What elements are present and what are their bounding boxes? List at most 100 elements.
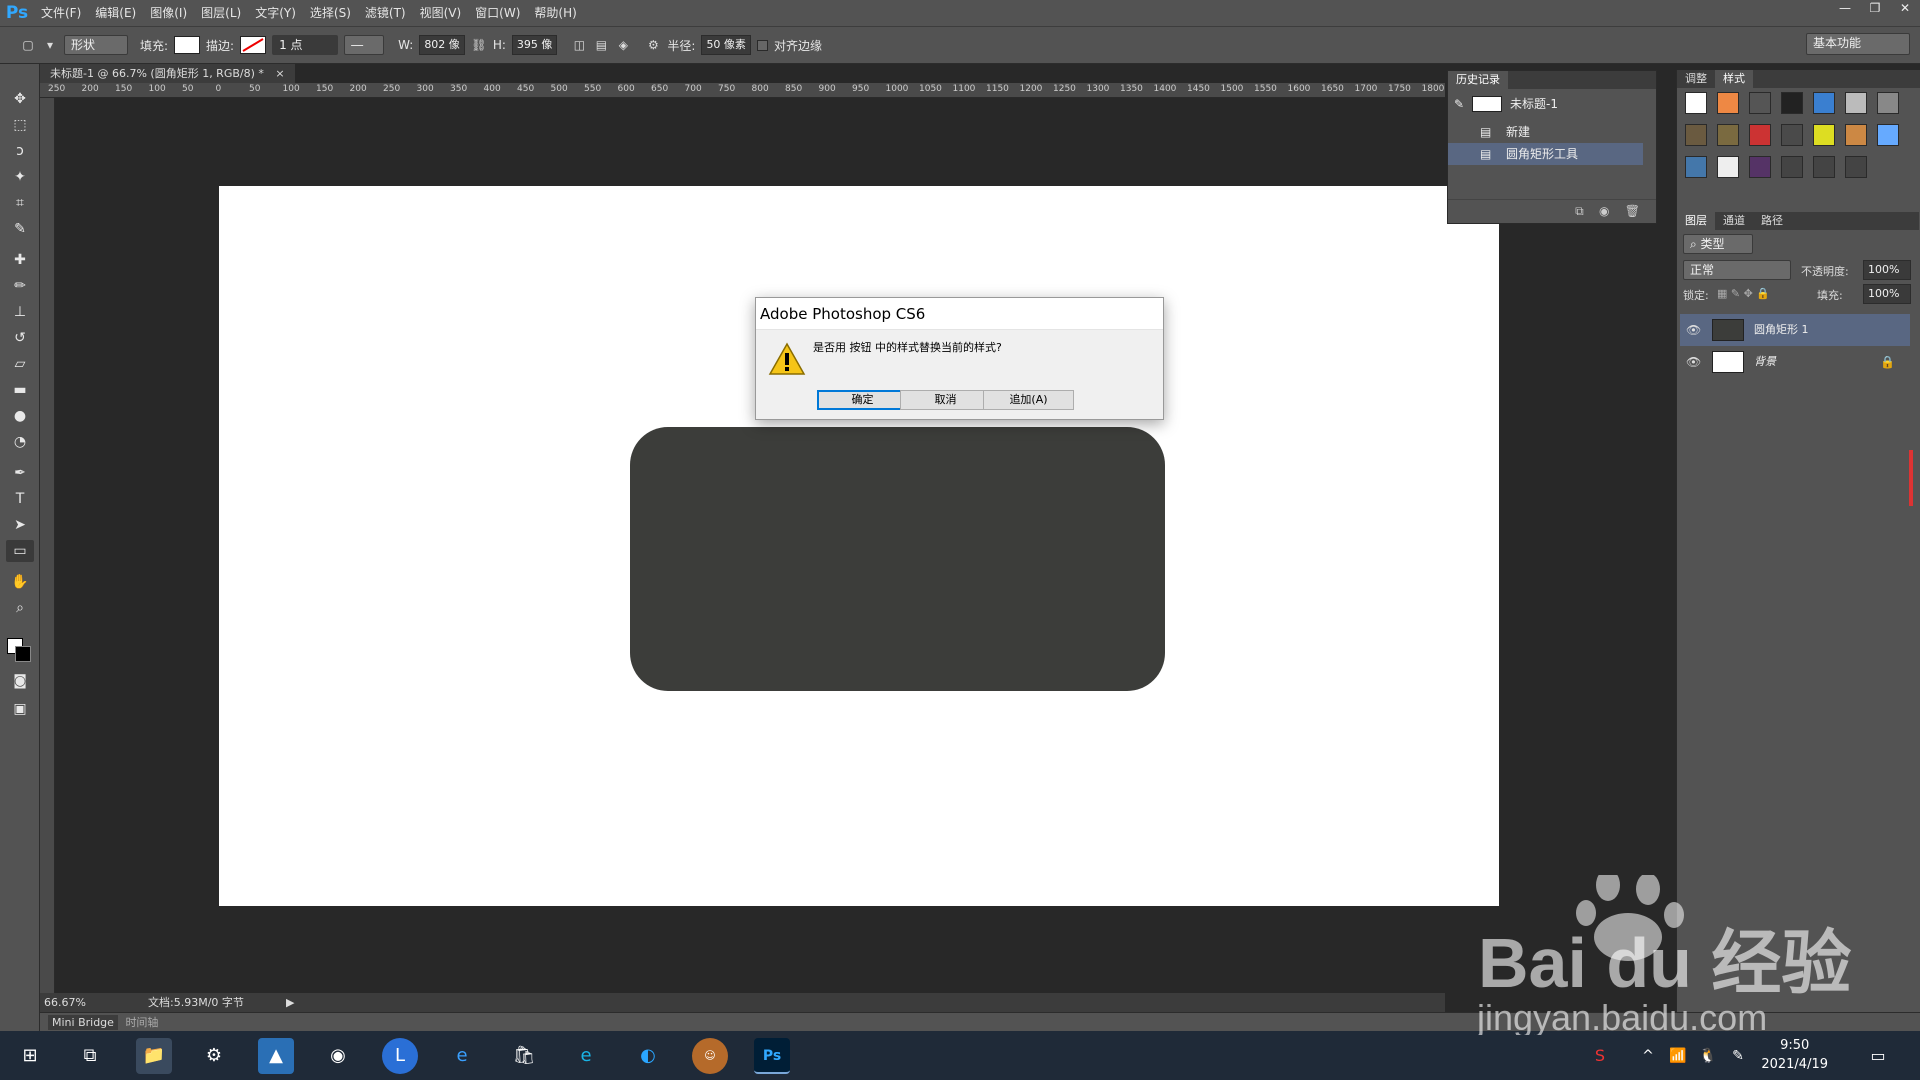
eraser-tool-icon[interactable]: ▱ [6,353,34,375]
style-swatch[interactable] [1749,124,1771,146]
store-icon[interactable]: 🛍 [506,1038,542,1074]
rounded-rect-tool-icon[interactable]: ▢ [20,37,36,53]
menu-file[interactable]: 文件(F) [34,0,88,26]
taskbar-clock[interactable]: 9:50 2021/4/19 [1761,1036,1828,1074]
close-tab-icon[interactable]: × [275,67,284,80]
menu-filter[interactable]: 滤镜(T) [358,0,413,26]
layer-row[interactable]: 👁 背景 🔒 [1680,346,1910,378]
file-explorer-icon[interactable]: 📁 [136,1038,172,1074]
type-tool-icon[interactable]: T [6,488,34,510]
blend-mode-select[interactable]: 正常 [1683,260,1791,280]
ie-icon[interactable]: e [444,1038,480,1074]
marquee-tool-icon[interactable]: ⬚ [6,114,34,136]
tab-history[interactable]: 历史记录 [1448,71,1508,89]
link-icon[interactable]: ⛓ [471,37,487,53]
screen-mode-icon[interactable]: ▣ [6,698,34,720]
app-icon[interactable]: ☺ [692,1038,728,1074]
tab-paths[interactable]: 路径 [1753,212,1791,230]
height-input[interactable]: 395 像 [511,35,558,55]
background-color-swatch[interactable] [15,646,31,662]
style-swatch[interactable] [1749,156,1771,178]
edge-icon[interactable]: e [568,1038,604,1074]
camera-icon[interactable]: ◉ [1599,204,1609,218]
append-button[interactable]: 追加(A) [983,390,1074,410]
scrollbar-indicator[interactable] [1909,450,1913,506]
menu-image[interactable]: 图像(I) [143,0,194,26]
photoshop-taskbar-icon[interactable]: Ps [754,1038,790,1074]
menu-window[interactable]: 窗口(W) [468,0,527,26]
stroke-swatch[interactable] [240,36,267,54]
style-swatch[interactable] [1845,92,1867,114]
fill-swatch[interactable] [174,36,201,54]
brush-tool-icon[interactable]: ✏ [6,275,34,297]
history-brush-tool-icon[interactable]: ↺ [6,327,34,349]
menu-select[interactable]: 选择(S) [303,0,358,26]
tab-layers[interactable]: 图层 [1677,212,1715,230]
layer-filter-select[interactable]: ⌕ 类型 [1683,234,1753,254]
quick-mask-icon[interactable]: ◙ [6,670,34,692]
new-document-icon[interactable]: ⧉ [1575,204,1584,218]
menu-type[interactable]: 文字(Y) [248,0,303,26]
shape-tool-icon[interactable]: ▭ [6,540,34,562]
style-swatch[interactable] [1685,156,1707,178]
style-swatch[interactable] [1685,92,1707,114]
chevron-down-icon[interactable]: ▾ [42,37,58,53]
style-swatch[interactable] [1813,124,1835,146]
stroke-type-select[interactable]: ― [344,35,385,55]
minimize-button[interactable]: — [1830,0,1860,18]
app-l-icon[interactable]: L [382,1038,418,1074]
menu-layer[interactable]: 图层(L) [194,0,248,26]
clone-stamp-tool-icon[interactable]: ⊥ [6,301,34,323]
chrome-icon[interactable]: ◉ [320,1038,356,1074]
lasso-tool-icon[interactable]: ↄ [6,140,34,162]
restore-button[interactable]: ❐ [1860,0,1890,18]
cancel-button[interactable]: 取消 [900,390,991,410]
style-swatch[interactable] [1781,124,1803,146]
photos-icon[interactable]: ▲ [258,1038,294,1074]
style-swatch[interactable] [1877,124,1899,146]
zoom-tool-icon[interactable]: ⌕ [6,597,34,619]
align-edges-checkbox[interactable] [756,39,768,51]
menu-view[interactable]: 视图(V) [413,0,469,26]
blur-tool-icon[interactable]: ● [6,405,34,427]
browser-icon[interactable]: ◐ [630,1038,666,1074]
zoom-level[interactable]: 66.67% [44,996,86,1009]
pen-icon[interactable]: ✎ [1720,1038,1756,1074]
healing-brush-tool-icon[interactable]: ✚ [6,249,34,271]
document-tab[interactable]: 未标题-1 @ 66.7% (圆角矩形 1, RGB/8) * × [40,64,295,83]
style-swatch[interactable] [1717,124,1739,146]
tab-adjustments[interactable]: 调整 [1677,70,1715,88]
settings-icon[interactable]: ⚙ [196,1038,232,1074]
eye-icon[interactable]: 👁 [1686,314,1702,346]
tab-mini-bridge[interactable]: Mini Bridge [48,1015,118,1030]
style-swatch[interactable] [1877,92,1899,114]
status-menu-arrow-icon[interactable]: ▶ [286,993,294,1012]
style-swatch[interactable] [1685,124,1707,146]
style-swatch[interactable] [1813,156,1835,178]
radius-input[interactable]: 50 像素 [701,35,751,55]
path-selection-tool-icon[interactable]: ➤ [6,514,34,536]
start-icon[interactable]: ⊞ [12,1038,48,1074]
style-swatch[interactable] [1845,124,1867,146]
eye-icon[interactable]: 👁 [1686,346,1702,378]
trash-icon[interactable]: 🗑 [1625,204,1640,218]
width-input[interactable]: 802 像 [419,35,465,55]
style-swatch[interactable] [1717,156,1739,178]
gear-icon[interactable]: ⚙ [645,37,661,53]
fill-opacity-input[interactable]: 100% [1863,284,1911,304]
tool-mode-select[interactable]: 形状 [64,35,128,55]
history-item-selected[interactable]: ▤ 圆角矩形工具 [1448,143,1643,165]
tab-styles[interactable]: 样式 [1715,70,1753,88]
eyedropper-tool-icon[interactable]: ✎ [6,218,34,240]
rounded-rectangle-shape[interactable] [630,427,1165,691]
layer-row-selected[interactable]: 👁 圆角矩形 1 [1680,314,1910,346]
pen-tool-icon[interactable]: ✒ [6,462,34,484]
style-swatch[interactable] [1717,92,1739,114]
style-swatch[interactable] [1749,92,1771,114]
style-swatch[interactable] [1781,92,1803,114]
stroke-width-select[interactable]: 1 点 [272,35,339,55]
style-swatch[interactable] [1845,156,1867,178]
path-alignment-icon[interactable]: ▤ [593,37,609,53]
input-method-icon[interactable]: S [1582,1038,1618,1074]
move-tool-icon[interactable]: ✥ [6,88,34,110]
